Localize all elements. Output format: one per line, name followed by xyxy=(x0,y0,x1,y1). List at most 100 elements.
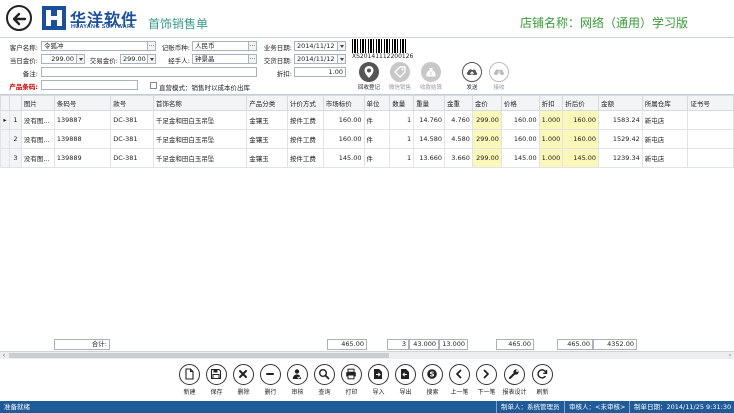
cell-gold-price[interactable]: 299.00 xyxy=(471,148,502,168)
col-header-unit[interactable]: 单位 xyxy=(363,95,391,111)
cell-barcode[interactable]: 139888 xyxy=(53,129,112,149)
chevron-down-icon[interactable] xyxy=(147,55,155,63)
new-button[interactable]: 新建 xyxy=(176,364,203,396)
scrollbar-thumb[interactable] xyxy=(9,353,389,358)
export-button[interactable]: 导出 xyxy=(392,364,419,396)
col-header-discounted-price[interactable]: 折后价 xyxy=(562,95,600,111)
col-header-qty[interactable]: 数量 xyxy=(389,95,415,111)
cell-discounted-price[interactable]: 160.00 xyxy=(562,110,600,130)
chevron-down-icon[interactable] xyxy=(337,42,345,50)
cell-image[interactable]: 没有图... xyxy=(20,148,55,168)
cell-style[interactable]: DC-381 xyxy=(110,110,154,130)
table-row[interactable]: 2 没有图... 139888 DC-381 千足金和田白玉吊坠 金镶玉 按件工… xyxy=(0,129,734,149)
next-record-button[interactable]: 下一笔 xyxy=(473,364,500,396)
cell-discounted-price[interactable]: 145.00 xyxy=(562,148,600,168)
cell-name[interactable]: 千足金和田白玉吊坠 xyxy=(152,148,248,168)
prev-record-button[interactable]: 上一笔 xyxy=(446,364,473,396)
print-button[interactable]: 打印 xyxy=(338,364,365,396)
cell-gold-weight[interactable]: 4.580 xyxy=(444,129,473,149)
chevron-down-icon[interactable] xyxy=(337,55,345,63)
cell-barcode[interactable]: 139889 xyxy=(53,148,112,168)
search-button[interactable]: S 搜索 xyxy=(419,364,446,396)
refresh-button[interactable]: 刷新 xyxy=(529,364,556,396)
cell-price[interactable]: 145.00 xyxy=(500,148,540,168)
cell-discounted-price[interactable]: 160.00 xyxy=(562,129,600,149)
payment-settle-button[interactable]: ¥ 收款结算 xyxy=(418,62,444,91)
cell-warehouse[interactable]: 新屯店 xyxy=(641,148,689,168)
cell-category[interactable]: 金镶玉 xyxy=(246,110,288,130)
deliver-date-field[interactable]: 2014/11/12 xyxy=(294,54,346,64)
cell-discount[interactable]: 1.000 xyxy=(538,148,564,168)
cell-pricing[interactable]: 按件工费 xyxy=(286,129,324,149)
send-button[interactable]: 发送 xyxy=(459,62,485,91)
cell-barcode[interactable]: 139887 xyxy=(53,110,112,130)
cell-pricing[interactable]: 按件工费 xyxy=(286,148,324,168)
col-header-certificate[interactable]: 证书号 xyxy=(687,95,734,111)
cell-amount[interactable]: 1529.42 xyxy=(598,129,643,149)
cell-discount[interactable]: 1.000 xyxy=(538,110,564,130)
cell-market-price[interactable]: 160.00 xyxy=(322,110,365,130)
cell-unit[interactable]: 件 xyxy=(363,148,391,168)
discount-field[interactable]: 1.00 xyxy=(294,67,346,77)
currency-field[interactable]: 人民币 … xyxy=(192,41,257,51)
col-header-category[interactable]: 产品分类 xyxy=(246,95,288,111)
col-header-name[interactable]: 首饰名称 xyxy=(152,95,248,111)
delete-button[interactable]: 删除 xyxy=(230,364,257,396)
cell-category[interactable]: 金镶玉 xyxy=(246,148,288,168)
barcode-input[interactable] xyxy=(41,80,138,90)
cell-certificate[interactable] xyxy=(687,110,734,130)
handler-field[interactable]: 钟景晶 … xyxy=(192,54,257,64)
horizontal-scrollbar[interactable]: ‹ › xyxy=(0,351,734,359)
cell-warehouse[interactable]: 新屯店 xyxy=(641,129,689,149)
col-header-market-price[interactable]: 市场标价 xyxy=(322,95,365,111)
scroll-left-icon[interactable]: ‹ xyxy=(0,352,8,359)
col-header-image[interactable]: 图片 xyxy=(20,95,55,111)
col-header-gold-weight[interactable]: 金重 xyxy=(444,95,473,111)
cell-market-price[interactable]: 160.00 xyxy=(322,129,365,149)
scroll-right-icon[interactable]: › xyxy=(726,352,734,359)
cell-market-price[interactable]: 145.00 xyxy=(322,148,365,168)
cell-certificate[interactable] xyxy=(687,148,734,168)
col-header-weight[interactable]: 重量 xyxy=(413,95,445,111)
cell-gold-price[interactable]: 299.00 xyxy=(471,129,502,149)
report-design-button[interactable]: 报表设计 xyxy=(501,364,528,396)
cell-amount[interactable]: 1583.24 xyxy=(598,110,643,130)
cell-gold-weight[interactable]: 4.760 xyxy=(444,110,473,130)
cell-discount[interactable]: 1.000 xyxy=(538,129,564,149)
audit-button[interactable]: 审核 xyxy=(284,364,311,396)
recycle-register-button[interactable]: 回收登记 xyxy=(356,62,382,91)
chevron-down-icon[interactable] xyxy=(76,55,84,63)
ellipsis-icon[interactable]: … xyxy=(248,42,256,50)
delete-row-button[interactable]: 删行 xyxy=(257,364,284,396)
cell-qty[interactable]: 1 xyxy=(389,148,415,168)
cell-price[interactable]: 160.00 xyxy=(500,129,540,149)
receive-button[interactable]: 接收 xyxy=(486,62,512,91)
col-header-discount[interactable]: 折扣 xyxy=(538,95,564,111)
customer-field[interactable]: 令狐冲 … xyxy=(41,41,156,51)
ellipsis-icon[interactable]: … xyxy=(248,55,256,63)
cell-warehouse[interactable]: 新屯店 xyxy=(641,110,689,130)
col-header-gold-price[interactable]: 金价 xyxy=(471,95,502,111)
col-header-price[interactable]: 价格 xyxy=(500,95,540,111)
cell-unit[interactable]: 件 xyxy=(363,110,391,130)
remark-field[interactable] xyxy=(41,67,257,77)
cell-unit[interactable]: 件 xyxy=(363,129,391,149)
direct-mode-checkbox[interactable] xyxy=(150,82,157,89)
cell-style[interactable]: DC-381 xyxy=(110,148,154,168)
query-button[interactable]: 查询 xyxy=(311,364,338,396)
col-header-pricing[interactable]: 计价方式 xyxy=(286,95,324,111)
col-header-warehouse[interactable]: 所属仓库 xyxy=(641,95,689,111)
cell-category[interactable]: 金镶玉 xyxy=(246,129,288,149)
col-header-barcode[interactable]: 条码号 xyxy=(53,95,112,111)
cell-image[interactable]: 没有图... xyxy=(20,129,55,149)
gold-price-field[interactable]: 299.00 xyxy=(41,54,85,64)
cell-name[interactable]: 千足金和田白玉吊坠 xyxy=(152,129,248,149)
items-grid[interactable]: 图片 条码号 款号 首饰名称 产品分类 计价方式 市场标价 单位 数量 重量 金… xyxy=(0,94,734,359)
cell-style[interactable]: DC-381 xyxy=(110,129,154,149)
table-row[interactable]: 3 没有图... 139889 DC-381 千足金和田白玉吊坠 金镶玉 按件工… xyxy=(0,148,734,168)
cell-qty[interactable]: 1 xyxy=(389,110,415,130)
cell-image[interactable]: 没有图... xyxy=(20,110,55,130)
cell-weight[interactable]: 14.580 xyxy=(413,129,445,149)
cell-amount[interactable]: 1239.34 xyxy=(598,148,643,168)
cell-weight[interactable]: 13.660 xyxy=(413,148,445,168)
